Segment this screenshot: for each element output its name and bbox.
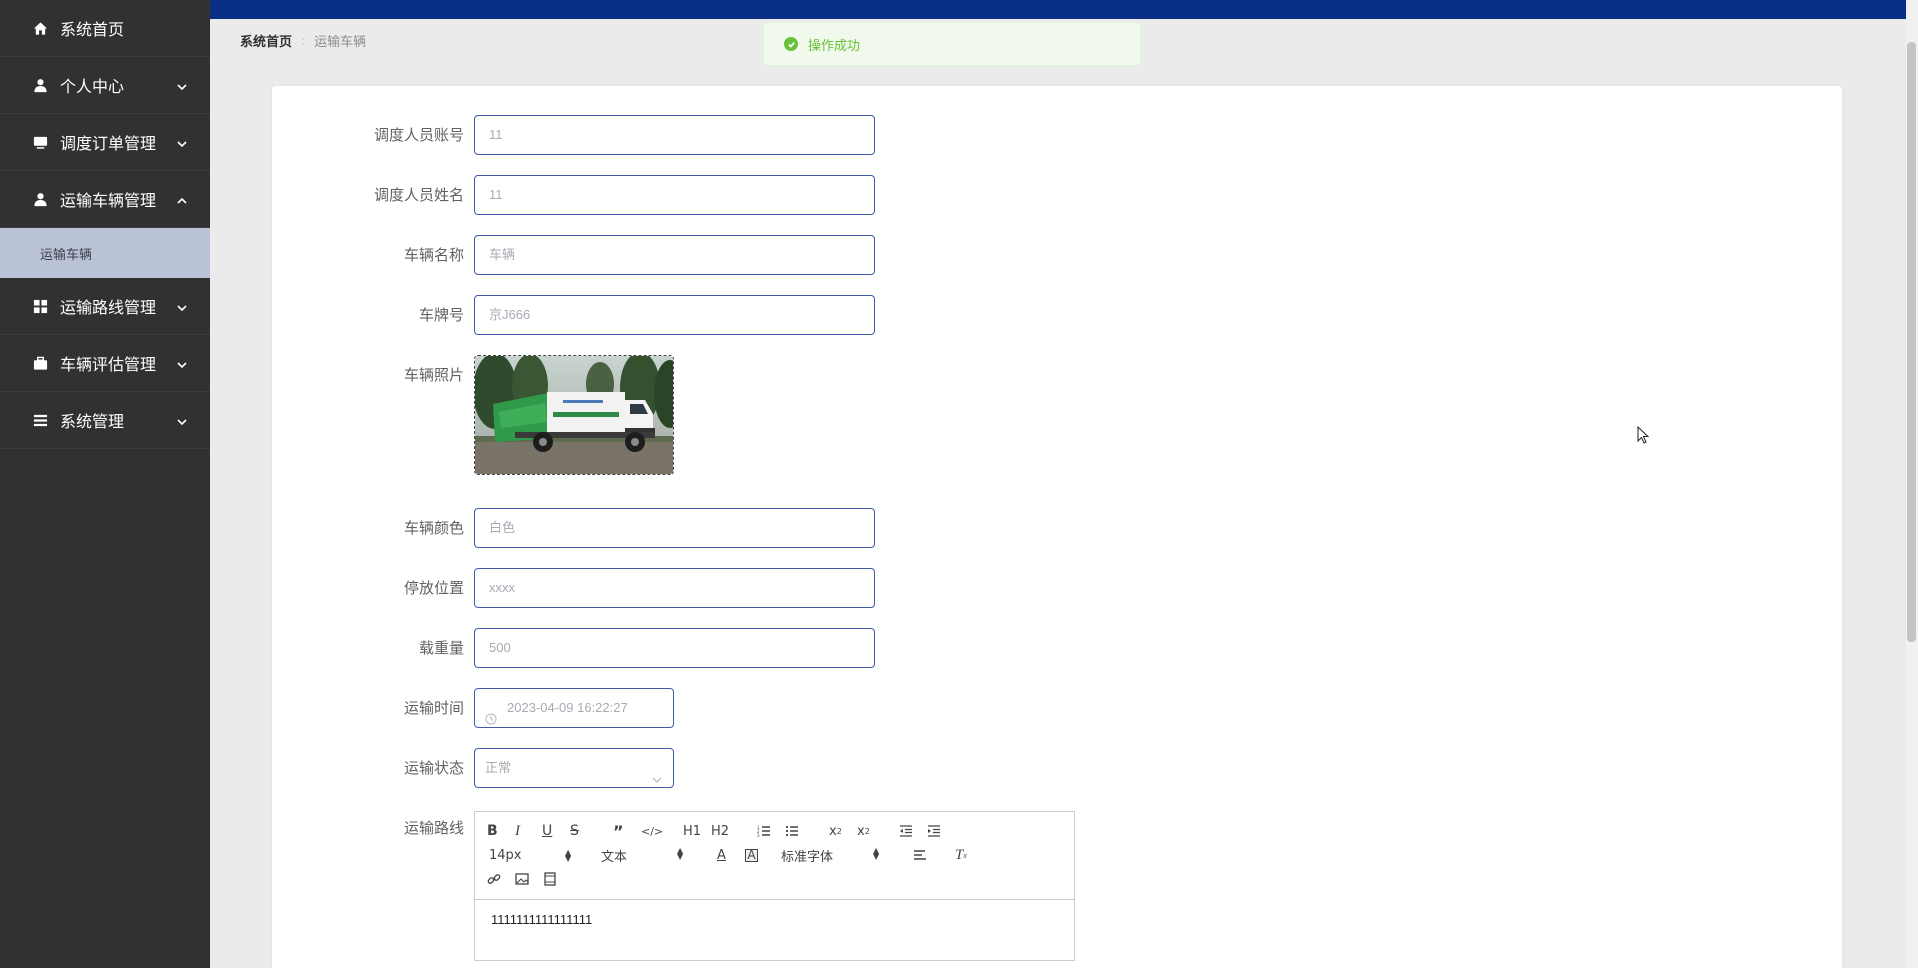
sidebar-item-label: 个人中心 bbox=[60, 77, 125, 96]
form-label: 调度人员账号 bbox=[373, 126, 464, 144]
heading-2-button[interactable]: H2 bbox=[711, 821, 729, 841]
vehicle-color-input[interactable]: 白色 bbox=[474, 508, 875, 548]
ordered-list-icon[interactable]: 123 bbox=[757, 821, 771, 841]
top-header bbox=[210, 0, 1908, 19]
updown-icon: ▲ ▼ bbox=[677, 845, 684, 861]
sidebar-item-home[interactable]: 系统首页 bbox=[0, 0, 210, 57]
parking-location-input[interactable]: xxxx bbox=[474, 568, 875, 608]
underline-button[interactable]: U bbox=[542, 821, 552, 841]
toolbar-row: B I U S ” </> H1 H2 123 x2 x2 bbox=[487, 819, 1066, 843]
clear-format-button[interactable]: Tx bbox=[955, 845, 967, 865]
breadcrumb-current: 运输车辆 bbox=[314, 35, 367, 50]
updown-icon: ▲ ▼ bbox=[565, 847, 572, 863]
align-left-icon[interactable] bbox=[913, 845, 927, 865]
vehicle-name-input[interactable]: 车辆 bbox=[474, 235, 875, 275]
editor-content[interactable]: 1111111111111111 bbox=[475, 900, 1074, 960]
load-capacity-input[interactable]: 500 bbox=[474, 628, 875, 668]
form-label: 调度人员姓名 bbox=[373, 186, 464, 204]
transport-time-value: 2023-04-09 16:22:27 bbox=[507, 700, 628, 715]
strikethrough-button[interactable]: S bbox=[570, 821, 579, 841]
indent-icon[interactable] bbox=[927, 821, 941, 841]
sidebar-item-label: 系统首页 bbox=[60, 20, 125, 39]
form-row-plate-number: 车牌号 京J666 bbox=[2, 295, 875, 335]
transport-status-value: 正常 bbox=[485, 760, 512, 775]
form-label: 运输时间 bbox=[403, 699, 464, 717]
heading-1-label: H1 bbox=[683, 823, 702, 839]
heading-1-button[interactable]: H1 bbox=[683, 821, 701, 841]
check-circle-icon bbox=[784, 37, 798, 51]
form-label: 停放位置 bbox=[403, 579, 464, 597]
form-row-dispatcher-account: 调度人员账号 11 bbox=[2, 115, 875, 155]
italic-button[interactable]: I bbox=[515, 821, 520, 841]
form-card: 调度人员账号 11 调度人员姓名 11 车辆名称 车辆 车牌号 京J666 车辆… bbox=[271, 85, 1843, 968]
form-row-transport-status: 运输状态 正常 bbox=[2, 748, 674, 788]
block-format-select[interactable]: 文本 ▲ ▼ bbox=[601, 846, 683, 865]
font-family-select[interactable]: 标准字体 ▲ ▼ bbox=[781, 846, 879, 865]
rich-text-editor: B I U S ” </> H1 H2 123 x2 x2 14px ▲ ▼ 文… bbox=[474, 811, 1075, 961]
form-row-parking-location: 停放位置 xxxx bbox=[2, 568, 875, 608]
bullet-list-icon[interactable] bbox=[785, 821, 799, 841]
user-icon bbox=[32, 77, 48, 93]
form-label: 车辆颜色 bbox=[403, 519, 464, 537]
toolbar-row: 14px ▲ ▼ 文本 ▲ ▼ A A 标准字体 ▲ ▼ T x bbox=[487, 843, 1066, 867]
form-row-vehicle-photo: 车辆照片 bbox=[2, 355, 674, 475]
form-row-load-capacity: 载重量 500 bbox=[2, 628, 875, 668]
form-row-vehicle-color: 车辆颜色 白色 bbox=[2, 508, 875, 548]
form-label: 车辆照片 bbox=[403, 366, 464, 384]
font-family-value: 标准字体 bbox=[781, 849, 834, 865]
transport-time-picker[interactable]: 2023-04-09 16:22:27 bbox=[474, 688, 674, 728]
font-color-button[interactable]: A bbox=[717, 845, 726, 865]
link-icon[interactable] bbox=[487, 869, 501, 889]
video-icon[interactable] bbox=[543, 869, 557, 889]
success-toast: 操作成功 bbox=[763, 22, 1141, 66]
breadcrumb-separator: : bbox=[301, 33, 306, 48]
font-size-select[interactable]: 14px ▲ ▼ bbox=[489, 847, 571, 863]
font-size-value: 14px bbox=[489, 847, 522, 863]
updown-icon: ▲ ▼ bbox=[873, 845, 880, 861]
bold-button[interactable]: B bbox=[487, 821, 498, 841]
form-row-vehicle-name: 车辆名称 车辆 bbox=[2, 235, 875, 275]
outdent-icon[interactable] bbox=[899, 821, 913, 841]
dispatcher-name-input[interactable]: 11 bbox=[474, 175, 875, 215]
background-color-button[interactable]: A bbox=[745, 848, 758, 862]
editor-toolbar: B I U S ” </> H1 H2 123 x2 x2 14px ▲ ▼ 文… bbox=[475, 812, 1074, 900]
mouse-cursor-icon bbox=[1637, 426, 1650, 444]
breadcrumb-home[interactable]: 系统首页 bbox=[240, 31, 292, 50]
form-label: 运输路线 bbox=[403, 819, 464, 837]
form-label: 载重量 bbox=[418, 639, 464, 657]
transport-status-select[interactable]: 正常 bbox=[474, 748, 674, 788]
dispatcher-account-input[interactable]: 11 bbox=[474, 115, 875, 155]
superscript-button[interactable]: x2 bbox=[857, 821, 870, 841]
chevron-down-icon bbox=[651, 763, 663, 784]
home-icon bbox=[32, 20, 48, 36]
toast-message: 操作成功 bbox=[808, 38, 861, 54]
form-label: 车辆名称 bbox=[403, 246, 464, 264]
code-block-button[interactable]: </> bbox=[641, 821, 663, 841]
form-row-dispatcher-name: 调度人员姓名 11 bbox=[2, 175, 875, 215]
form-row-transport-time: 运输时间 2023-04-09 16:22:27 bbox=[2, 688, 674, 728]
block-format-value: 文本 bbox=[601, 849, 628, 865]
form-label: 运输状态 bbox=[403, 759, 464, 777]
svg-text:3: 3 bbox=[757, 833, 760, 838]
heading-2-label: H2 bbox=[711, 823, 730, 839]
clock-icon bbox=[485, 702, 497, 725]
toolbar-row bbox=[487, 867, 1066, 891]
form-label: 车牌号 bbox=[418, 306, 464, 324]
subscript-button[interactable]: x2 bbox=[829, 821, 842, 841]
breadcrumb: 系统首页 : 运输车辆 bbox=[240, 31, 367, 51]
form-row-transport-route: 运输路线 B I U S ” </> H1 H2 123 x 2 x 2 14p… bbox=[2, 808, 1075, 961]
page-scrollbar[interactable] bbox=[1906, 0, 1918, 968]
scrollbar-thumb[interactable] bbox=[1907, 42, 1916, 642]
chevron-down-icon bbox=[176, 78, 188, 91]
vehicle-photo-image bbox=[475, 356, 673, 474]
image-icon[interactable] bbox=[515, 869, 529, 889]
sidebar-item-personal-center[interactable]: 个人中心 bbox=[0, 57, 210, 114]
plate-number-input[interactable]: 京J666 bbox=[474, 295, 875, 335]
blockquote-button[interactable]: ” bbox=[613, 821, 624, 841]
vehicle-photo-upload[interactable] bbox=[474, 355, 674, 475]
